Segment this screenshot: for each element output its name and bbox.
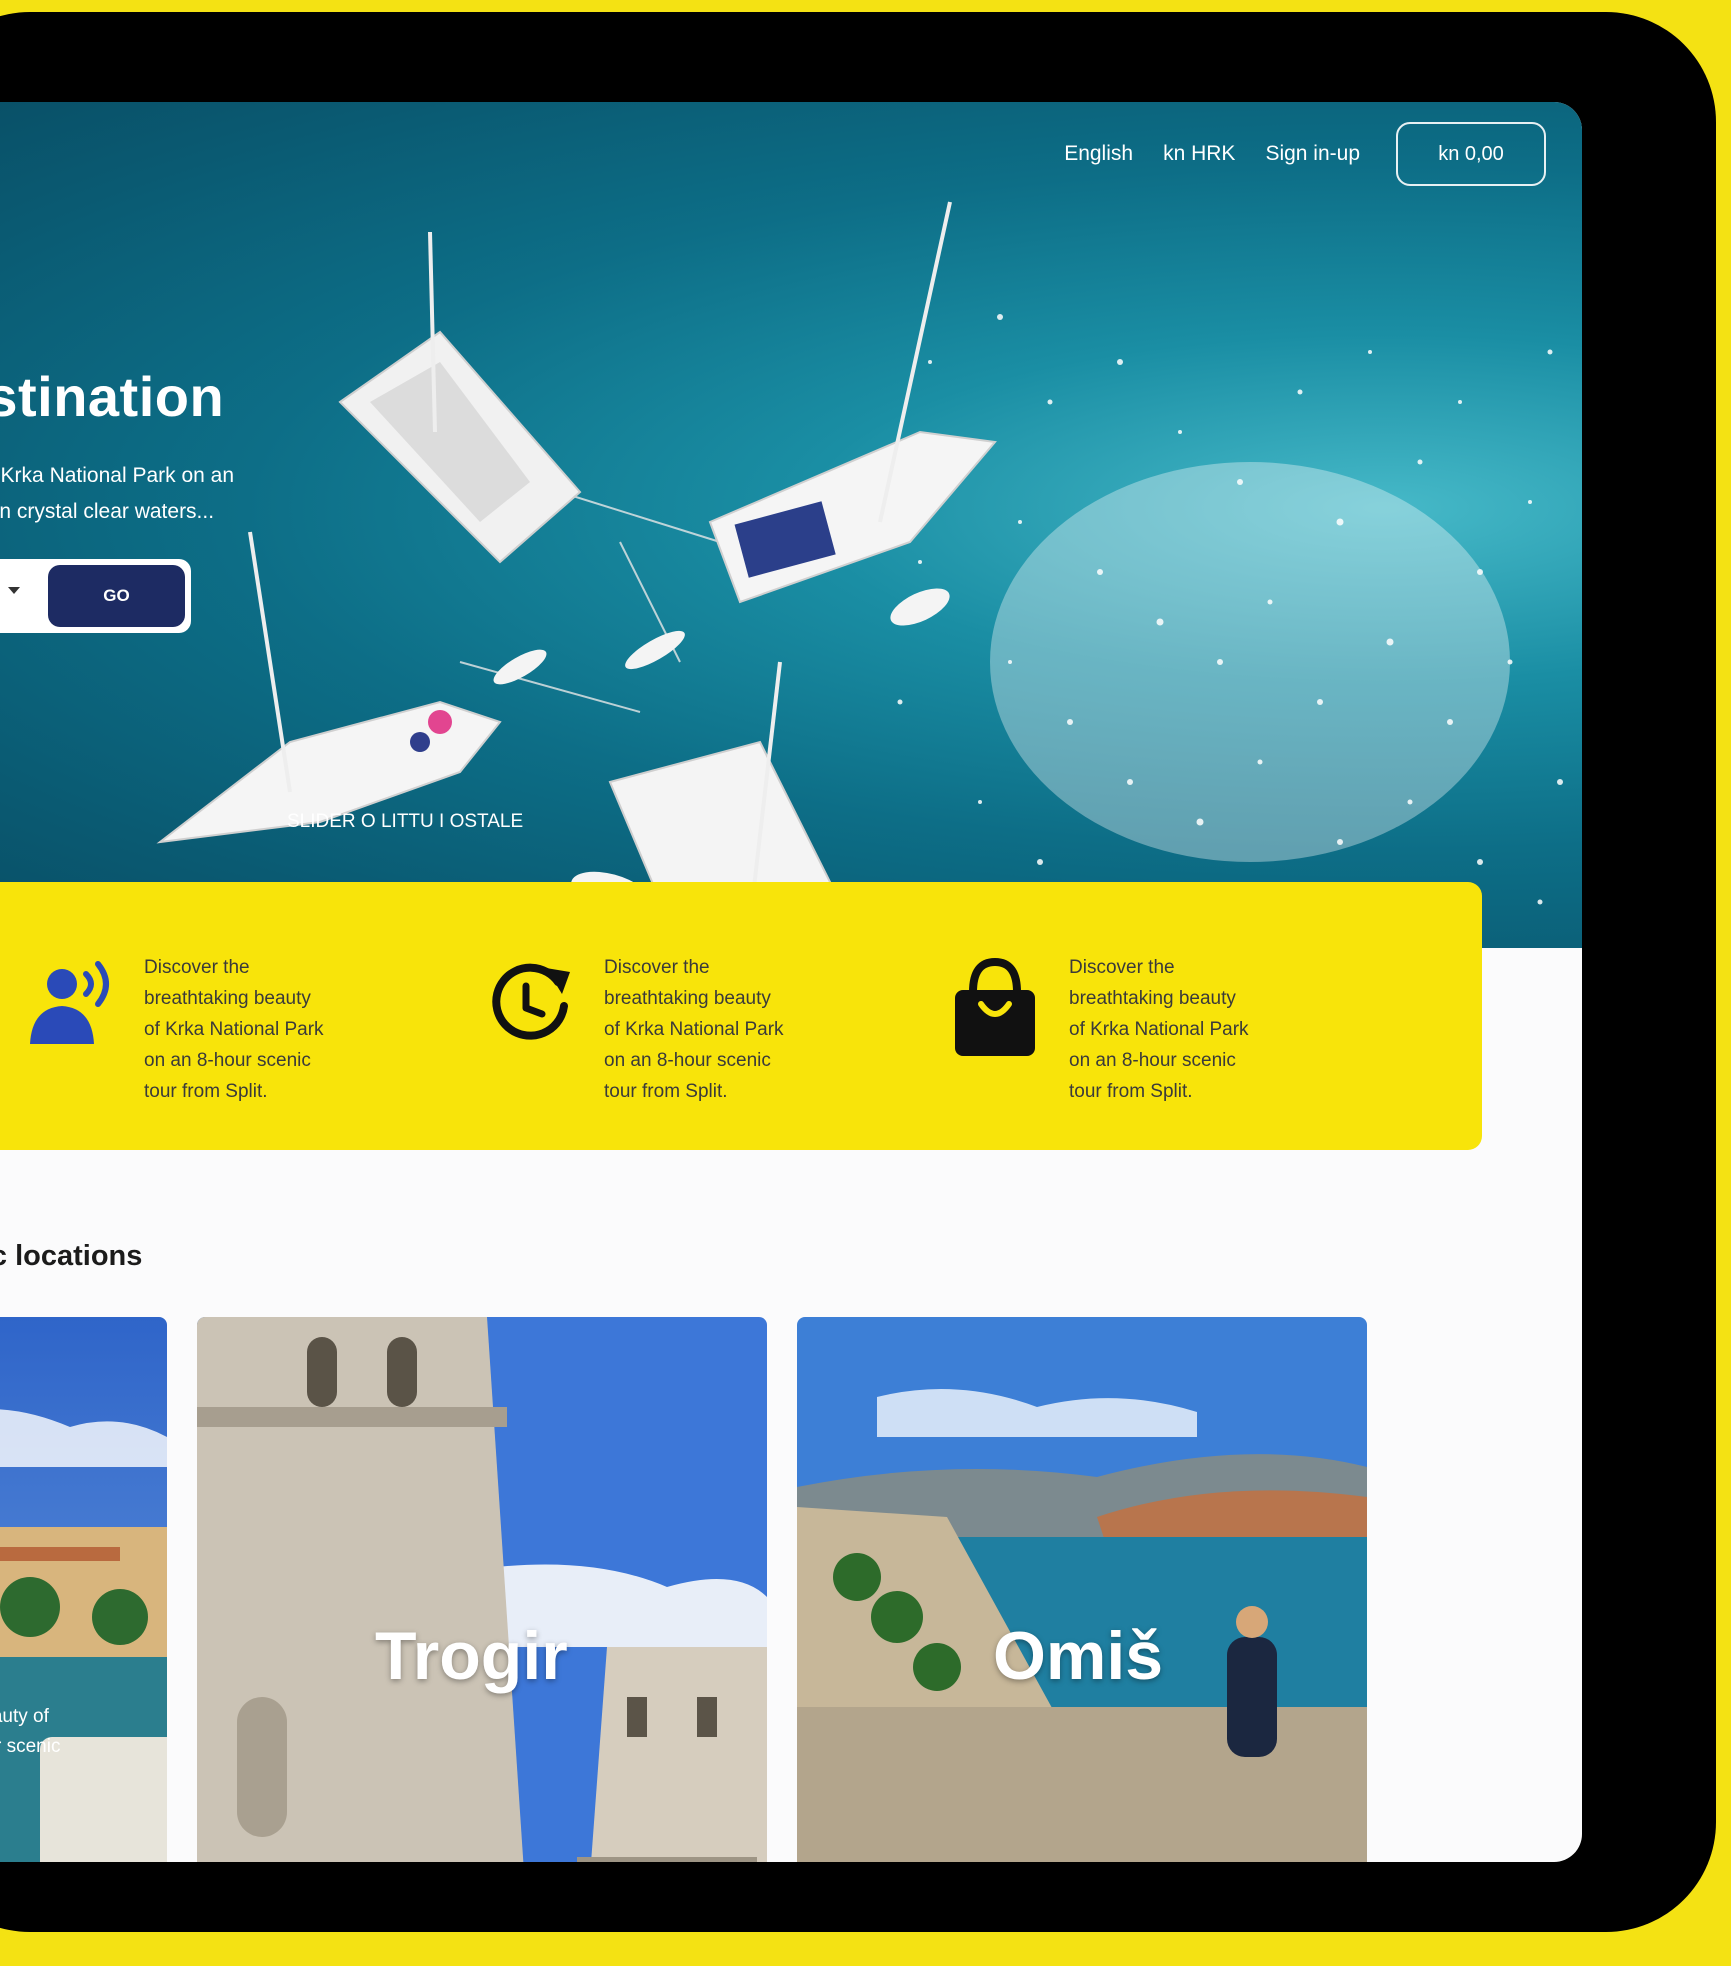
top-navigation: English kn HRK Sign in-up kn 0,00 bbox=[1064, 122, 1546, 186]
sailboat-left bbox=[156, 531, 502, 844]
sign-in-link[interactable]: Sign in-up bbox=[1265, 142, 1360, 166]
location-card-split[interactable]: it aking beauty of an 8-hour scenic Spli… bbox=[0, 1317, 167, 1862]
clock-refresh-icon bbox=[492, 963, 570, 1040]
card-description: aking beauty of an 8-hour scenic Split. bbox=[0, 1706, 61, 1757]
feature-text: Discover the breathtaking beauty of Krka… bbox=[144, 957, 324, 1102]
chevron-down-icon[interactable] bbox=[8, 587, 20, 595]
language-selector[interactable]: English bbox=[1064, 142, 1133, 166]
feature-item: Discover the breathtaking beauty of Krka… bbox=[945, 952, 1299, 1107]
locations-heading: driatic locations bbox=[0, 1240, 143, 1272]
feature-item: Discover the breathtaking beauty of Krka… bbox=[10, 952, 374, 1107]
hero-banner: English kn HRK Sign in-up kn 0,00 destin… bbox=[0, 102, 1582, 948]
location-card-trogir[interactable]: Trogir bbox=[197, 1317, 767, 1862]
browser-viewport: English kn HRK Sign in-up kn 0,00 destin… bbox=[0, 102, 1582, 1862]
omis-photo bbox=[797, 1317, 1367, 1862]
trogir-photo bbox=[197, 1317, 767, 1862]
cart-button[interactable]: kn 0,00 bbox=[1396, 122, 1546, 186]
sailboat-right bbox=[708, 201, 997, 604]
hero-title: destination bbox=[0, 365, 225, 428]
feature-item: Discover the breathtaking beauty of Krka… bbox=[480, 952, 834, 1107]
slider-caption: SLIDER O LITTU I OSTALE bbox=[287, 811, 524, 832]
destination-search[interactable]: GO bbox=[0, 559, 191, 633]
features-band: Discover the breathtaking beauty of Krka… bbox=[0, 882, 1482, 1150]
catamaran-top bbox=[338, 231, 582, 564]
speaker-person-icon bbox=[30, 961, 109, 1044]
currency-selector[interactable]: kn HRK bbox=[1163, 142, 1235, 166]
feature-text: Discover the breathtaking beauty of Krka… bbox=[1069, 957, 1249, 1102]
card-title: Trogir bbox=[375, 1618, 568, 1694]
hero-description: eauty of Krka National Park on an t. Swi… bbox=[0, 464, 235, 523]
feature-text: Discover the breathtaking beauty of Krka… bbox=[604, 957, 784, 1102]
go-button[interactable]: GO bbox=[48, 565, 185, 627]
location-card-omis[interactable]: Omiš bbox=[797, 1317, 1367, 1862]
card-title: Omiš bbox=[993, 1618, 1164, 1694]
shopping-bag-icon bbox=[955, 957, 1035, 1056]
tablet-frame: English kn HRK Sign in-up kn 0,00 destin… bbox=[0, 12, 1716, 1932]
